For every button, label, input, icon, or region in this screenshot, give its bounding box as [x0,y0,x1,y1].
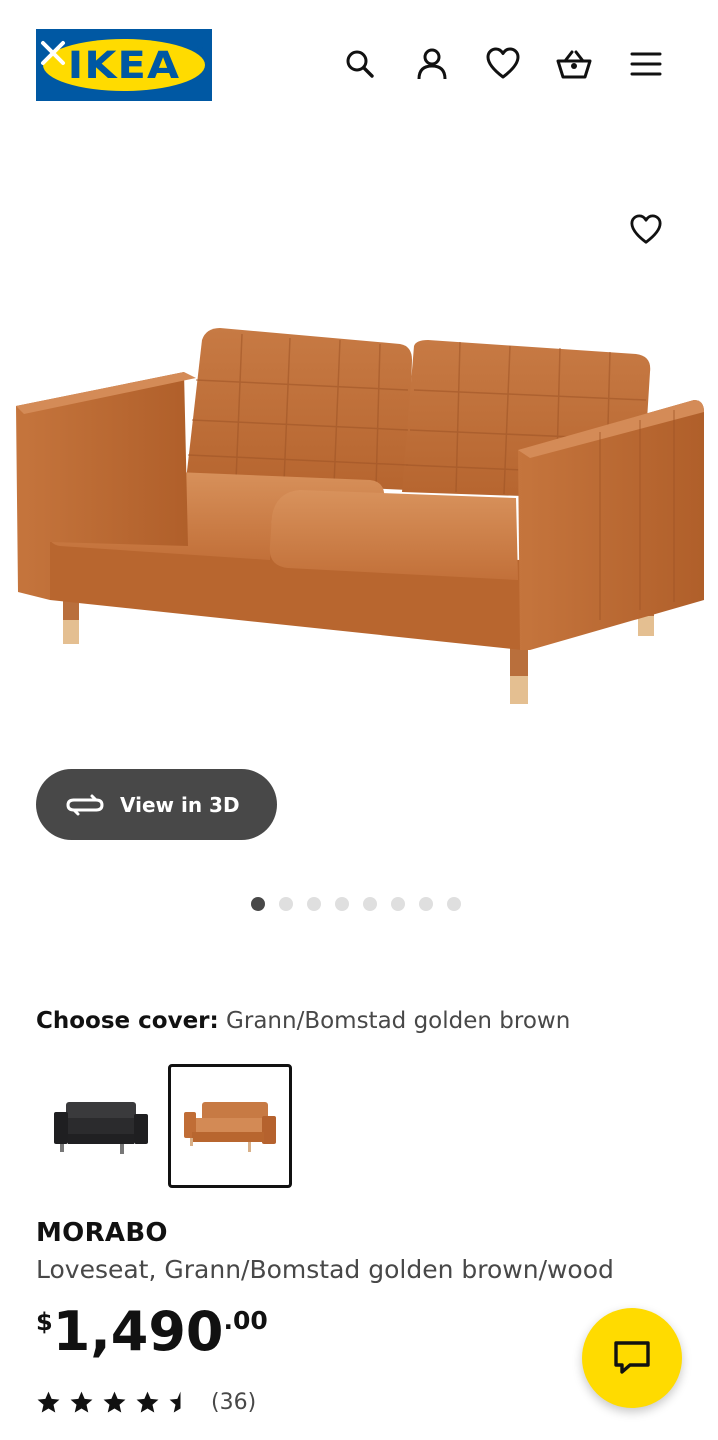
price-decimal: .00 [223,1306,268,1335]
star-half-icon [169,1391,192,1413]
choose-cover-line: Choose cover: Grann/Bomstad golden brown [36,1008,570,1034]
heart-icon [486,47,520,79]
image-carousel-dots [251,897,461,911]
star-full-icon [103,1391,126,1413]
cart-button[interactable] [554,44,594,84]
price-currency: $ [36,1308,53,1336]
wishlist-button[interactable] [483,44,523,84]
carousel-dot[interactable] [363,897,377,911]
product-description: Loveseat, Grann/Bomstad golden brown/woo… [36,1255,614,1284]
star-full-icon [37,1391,60,1413]
black-sofa-thumbnail [54,1102,148,1154]
account-button[interactable] [412,44,452,84]
chat-button[interactable] [582,1308,682,1408]
save-to-favorites-button[interactable] [622,208,670,252]
star-full-icon [136,1391,159,1413]
menu-icon [630,52,662,76]
golden-brown-sofa-thumbnail [184,1102,276,1152]
star-full-icon [70,1391,93,1413]
cover-option-golden-brown[interactable] [168,1064,292,1188]
carousel-dot[interactable] [307,897,321,911]
registered-mark: ® [196,45,204,54]
heart-icon [630,214,662,244]
search-button[interactable] [340,44,380,84]
carousel-dot[interactable] [447,897,461,911]
menu-button[interactable] [626,44,666,84]
header: IKEA ® [0,0,718,130]
cart-icon [556,50,592,79]
product-price: $ 1,490 .00 [36,1300,268,1364]
cover-option-black[interactable] [38,1064,162,1188]
view-in-3d-label: View in 3D [120,792,240,817]
chat-icon [614,1341,650,1374]
user-icon [417,48,447,80]
choose-cover-value: Grann/Bomstad golden brown [226,1008,571,1034]
product-image[interactable] [10,320,710,720]
rating-stars [36,1390,201,1415]
view-in-3d-button[interactable]: View in 3D [36,769,277,840]
rotate-3d-icon [66,794,104,815]
review-count: (36) [211,1390,257,1415]
product-rating[interactable]: (36) [36,1390,256,1415]
choose-cover-label: Choose cover: [36,1008,219,1034]
product-name[interactable]: MORABO [36,1218,168,1248]
price-integer: 1,490 [52,1300,224,1363]
carousel-dot[interactable] [251,897,265,911]
carousel-dot[interactable] [335,897,349,911]
close-icon[interactable] [38,38,68,68]
carousel-dot[interactable] [279,897,293,911]
search-icon [346,50,374,78]
carousel-dot[interactable] [419,897,433,911]
carousel-dot[interactable] [391,897,405,911]
